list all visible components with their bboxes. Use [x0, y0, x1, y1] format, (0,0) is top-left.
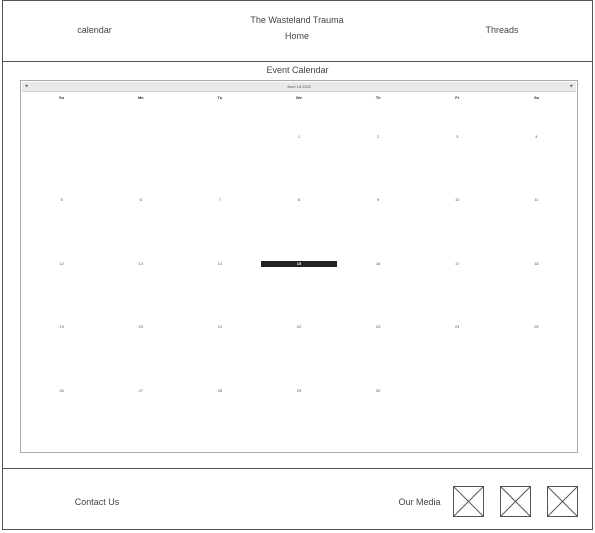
- calendar-day-empty: [418, 357, 497, 420]
- day-number: 7: [218, 197, 221, 203]
- image-placeholder-icon[interactable]: [500, 486, 531, 517]
- calendar-day[interactable]: 9: [339, 166, 418, 229]
- day-number: 16: [375, 260, 381, 266]
- weekday-label: We: [296, 95, 302, 100]
- calendar-day-empty: [180, 103, 259, 166]
- day-number: 8: [297, 197, 301, 203]
- page-title: Event Calendar: [266, 65, 329, 75]
- day-number: 3: [456, 134, 459, 139]
- calendar-day[interactable]: 3: [418, 103, 497, 166]
- day-number: 28: [217, 387, 223, 393]
- calendar-day[interactable]: 18: [497, 230, 576, 293]
- weekday-label: Mo: [137, 95, 144, 100]
- day-number: 21: [217, 324, 223, 330]
- calendar-day-empty: [497, 357, 576, 420]
- day-number: 11: [534, 197, 539, 203]
- calendar-day-empty: [101, 103, 180, 166]
- calendar-day[interactable]: 8: [259, 166, 338, 229]
- day-number: 6: [139, 197, 142, 203]
- calendar-day[interactable]: 4: [497, 103, 576, 166]
- day-number: 1: [297, 134, 301, 139]
- calendar-day[interactable]: 1: [259, 103, 338, 166]
- site-title: The Wasteland Trauma: [250, 15, 344, 25]
- calendar-day[interactable]: 7: [180, 166, 259, 229]
- weekday-label: Tu: [217, 95, 223, 100]
- calendar-day[interactable]: 30: [339, 357, 418, 420]
- day-number: 20: [138, 324, 143, 330]
- calendar-nav-bar: ◂ June 15 2022 ▸: [22, 82, 576, 92]
- calendar-day[interactable]: 28: [180, 357, 259, 420]
- day-number: 26: [59, 387, 64, 393]
- weekday-label: Fr: [455, 95, 460, 100]
- calendar-day[interactable]: 24: [418, 293, 497, 356]
- image-placeholder-icon[interactable]: [547, 486, 578, 517]
- day-number: 30: [375, 387, 381, 393]
- calendar-day[interactable]: 13: [101, 230, 180, 293]
- weekday-label: Su: [59, 95, 65, 100]
- calendar-day[interactable]: 22: [259, 293, 338, 356]
- calendar-day[interactable]: 29: [259, 357, 338, 420]
- day-number: 10: [455, 197, 460, 203]
- day-number: 5: [60, 197, 63, 203]
- contact-us-link[interactable]: Contact Us: [42, 497, 152, 507]
- site-header: calendar The Wasteland Trauma Home Threa…: [2, 0, 593, 62]
- calendar-grid: 1 2 3 4 5 6 7 8 9 10 11 12 13 14 15 16 17 18 19 20 21 22 23 24 2…: [22, 103, 576, 451]
- calendar-day-empty: [22, 103, 101, 166]
- calendar-day[interactable]: 23: [339, 293, 418, 356]
- calendar-day-empty: [22, 420, 101, 451]
- day-number: 29: [296, 387, 302, 393]
- calendar-day[interactable]: 16: [339, 230, 418, 293]
- calendar-day[interactable]: 20: [101, 293, 180, 356]
- calendar-day[interactable]: 2: [339, 103, 418, 166]
- site-footer: Contact Us Our Media: [2, 468, 593, 530]
- day-number: 19: [59, 324, 64, 330]
- site-branding: The Wasteland Trauma Home: [202, 15, 392, 41]
- calendar-day-today[interactable]: 15: [259, 230, 338, 293]
- calendar-day[interactable]: 21: [180, 293, 259, 356]
- calendar-day[interactable]: 12: [22, 230, 101, 293]
- day-number: 24: [455, 324, 460, 330]
- calendar-day[interactable]: 17: [418, 230, 497, 293]
- weekday-label: Th: [375, 95, 381, 100]
- weekday-label: Sa: [533, 95, 539, 100]
- day-number: 13: [138, 260, 143, 266]
- calendar-day[interactable]: 6: [101, 166, 180, 229]
- day-number: 2: [377, 134, 380, 139]
- day-number: 18: [534, 260, 539, 266]
- next-month-icon[interactable]: ▸: [570, 82, 573, 91]
- day-number: 25: [534, 324, 539, 330]
- day-number: 22: [296, 324, 302, 330]
- day-number: 17: [455, 260, 460, 266]
- calendar-day[interactable]: 19: [22, 293, 101, 356]
- calendar-day[interactable]: 27: [101, 357, 180, 420]
- calendar-day[interactable]: 5: [22, 166, 101, 229]
- event-calendar: ◂ June 15 2022 ▸ Su Mo Tu We Th Fr Sa 12345678…: [20, 80, 578, 453]
- day-number: 12: [59, 260, 64, 266]
- calendar-day[interactable]: 14: [180, 230, 259, 293]
- nav-link-home[interactable]: Home: [202, 31, 392, 41]
- day-number: 27: [138, 387, 143, 393]
- image-placeholder-icon[interactable]: [453, 486, 484, 517]
- calendar-day[interactable]: 25: [497, 293, 576, 356]
- calendar-month-label: June 15 2022: [286, 84, 312, 89]
- nav-link-calendar[interactable]: calendar: [2, 25, 187, 35]
- day-number: 15: [260, 260, 337, 267]
- day-number: 14: [217, 260, 223, 266]
- calendar-day[interactable]: 10: [418, 166, 497, 229]
- calendar-day[interactable]: 11: [497, 166, 576, 229]
- day-number: 23: [375, 324, 381, 330]
- weekday-header-row: Su Mo Tu We Th Fr Sa: [22, 94, 576, 102]
- day-number: 9: [377, 197, 380, 203]
- day-number: 4: [535, 134, 538, 139]
- our-media-label: Our Media: [398, 497, 441, 507]
- nav-link-threads[interactable]: Threads: [442, 25, 562, 35]
- calendar-day[interactable]: 26: [22, 357, 101, 420]
